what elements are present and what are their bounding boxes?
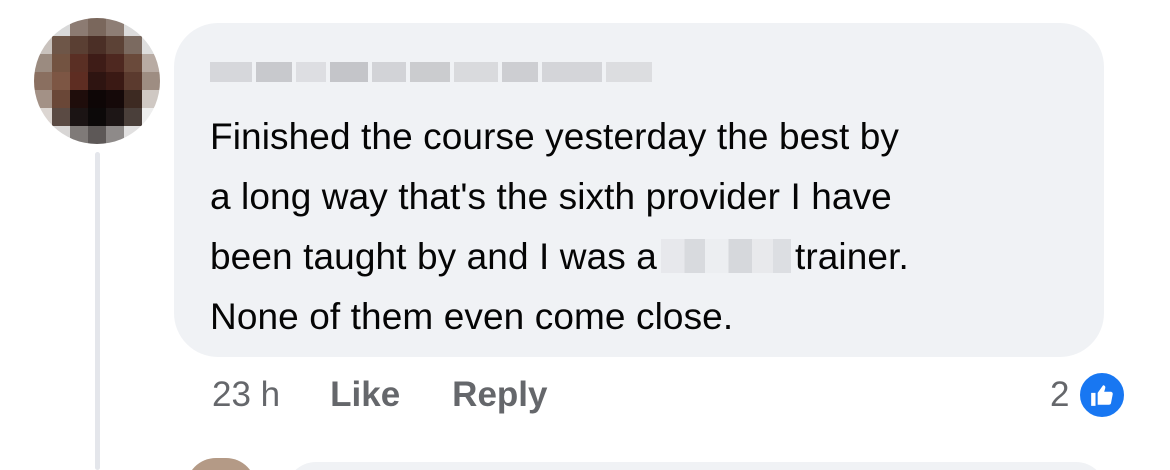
thread-connector-line (95, 152, 100, 470)
reaction-count: 2 (1050, 375, 1070, 414)
comment-actions: 23 h Like Reply (212, 372, 599, 418)
avatar[interactable] (34, 18, 160, 144)
author-name-redacted[interactable] (210, 57, 656, 87)
reply-button[interactable]: Reply (452, 375, 547, 415)
thumbs-up-icon (1077, 370, 1128, 420)
comment-line: Finished the course yesterday the best b… (210, 116, 899, 157)
comment-line-end: trainer. (794, 236, 909, 277)
like-button[interactable]: Like (330, 375, 400, 415)
comment-line: None of them even come close. (210, 296, 734, 337)
next-reply-avatar[interactable] (186, 458, 256, 470)
comment-bubble: Finished the course yesterday the best b… (174, 23, 1104, 357)
comment-line: been taught by and I was a trainer. (210, 227, 1090, 287)
reaction-summary[interactable]: 2 (1050, 370, 1128, 420)
comment-thread: Finished the course yesterday the best b… (0, 0, 1170, 470)
comment-line-start: been taught by and I was a (210, 236, 657, 277)
comment-text: Finished the course yesterday the best b… (210, 107, 1090, 347)
timestamp[interactable]: 23 h (212, 375, 280, 415)
next-reply-bubble (286, 462, 1106, 470)
comment-line: a long way that's the sixth provider I h… (210, 176, 892, 217)
redacted-word (660, 239, 791, 273)
